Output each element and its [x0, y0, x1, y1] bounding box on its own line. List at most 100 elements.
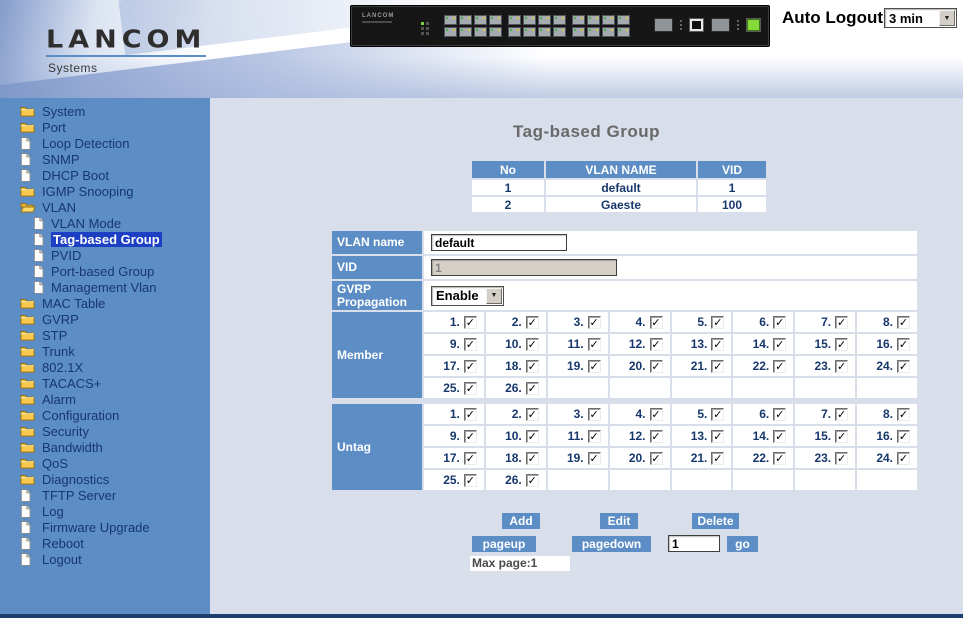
untag-port-15-checkbox[interactable]: ✓: [835, 430, 848, 443]
sidebar-item-pvid[interactable]: PVID: [0, 247, 210, 263]
untag-port-26-checkbox[interactable]: ✓: [526, 474, 539, 487]
auto-logout-select[interactable]: 3 min ▼: [884, 8, 957, 28]
member-port-14-checkbox[interactable]: ✓: [773, 338, 786, 351]
untag-port-8-checkbox[interactable]: ✓: [897, 408, 910, 421]
untag-port-25-checkbox[interactable]: ✓: [464, 474, 477, 487]
edit-button[interactable]: Edit: [600, 513, 638, 529]
untag-port-21-checkbox[interactable]: ✓: [711, 452, 724, 465]
sidebar-item-tag-based-group[interactable]: Tag-based Group: [0, 231, 210, 247]
sidebar-item-bandwidth[interactable]: Bandwidth: [0, 439, 210, 455]
sidebar-item-gvrp[interactable]: GVRP: [0, 311, 210, 327]
untag-port-2-checkbox[interactable]: ✓: [526, 408, 539, 421]
member-port-16-checkbox[interactable]: ✓: [897, 338, 910, 351]
untag-port-cell: 19.✓: [548, 448, 608, 468]
sidebar-item-igmp-snooping[interactable]: IGMP Snooping: [0, 183, 210, 199]
member-port-3-checkbox[interactable]: ✓: [588, 316, 601, 329]
sidebar-item-port-based-group[interactable]: Port-based Group: [0, 263, 210, 279]
member-port-24-checkbox[interactable]: ✓: [897, 360, 910, 373]
member-port-18-checkbox[interactable]: ✓: [526, 360, 539, 373]
untag-port-cell: 8.✓: [857, 404, 917, 424]
pageup-button[interactable]: pageup: [472, 536, 536, 552]
sidebar-item-system[interactable]: System: [0, 103, 210, 119]
untag-port-22-checkbox[interactable]: ✓: [773, 452, 786, 465]
sidebar-item-vlan[interactable]: VLAN: [0, 199, 210, 215]
sidebar-item-loop-detection[interactable]: Loop Detection: [0, 135, 210, 151]
sidebar-item-802-1x[interactable]: 802.1X: [0, 359, 210, 375]
member-port-13-checkbox[interactable]: ✓: [711, 338, 724, 351]
untag-port-1-checkbox[interactable]: ✓: [464, 408, 477, 421]
sidebar-item-snmp[interactable]: SNMP: [0, 151, 210, 167]
member-port-8-checkbox[interactable]: ✓: [897, 316, 910, 329]
sidebar-item-configuration[interactable]: Configuration: [0, 407, 210, 423]
member-port-19-checkbox[interactable]: ✓: [588, 360, 601, 373]
untag-port-16-checkbox[interactable]: ✓: [897, 430, 910, 443]
member-port-1-checkbox[interactable]: ✓: [464, 316, 477, 329]
page-number-input[interactable]: [668, 535, 720, 552]
sidebar-item-dhcp-boot[interactable]: DHCP Boot: [0, 167, 210, 183]
sidebar-item-management-vlan[interactable]: Management Vlan: [0, 279, 210, 295]
untag-port-12-checkbox[interactable]: ✓: [650, 430, 663, 443]
member-port-22-checkbox[interactable]: ✓: [773, 360, 786, 373]
chevron-down-icon[interactable]: ▼: [486, 288, 502, 304]
member-port-7-checkbox[interactable]: ✓: [835, 316, 848, 329]
sidebar-item-diagnostics[interactable]: Diagnostics: [0, 471, 210, 487]
untag-port-14-checkbox[interactable]: ✓: [773, 430, 786, 443]
untag-port-17-checkbox[interactable]: ✓: [464, 452, 477, 465]
chevron-down-icon[interactable]: ▼: [939, 10, 955, 26]
sidebar-item-tftp-server[interactable]: TFTP Server: [0, 487, 210, 503]
file-icon: [20, 537, 36, 550]
delete-button[interactable]: Delete: [692, 513, 739, 529]
member-port-4-checkbox[interactable]: ✓: [650, 316, 663, 329]
member-port-6-checkbox[interactable]: ✓: [773, 316, 786, 329]
member-port-17-checkbox[interactable]: ✓: [464, 360, 477, 373]
untag-port-4-checkbox[interactable]: ✓: [650, 408, 663, 421]
untag-port-10-checkbox[interactable]: ✓: [526, 430, 539, 443]
pagedown-button[interactable]: pagedown: [572, 536, 651, 552]
member-port-23-checkbox[interactable]: ✓: [835, 360, 848, 373]
sidebar-item-security[interactable]: Security: [0, 423, 210, 439]
member-port-21-checkbox[interactable]: ✓: [711, 360, 724, 373]
untag-port-13-checkbox[interactable]: ✓: [711, 430, 724, 443]
file-icon: [20, 153, 36, 166]
member-port-5-checkbox[interactable]: ✓: [711, 316, 724, 329]
member-port-10-checkbox[interactable]: ✓: [526, 338, 539, 351]
logo-underline: [46, 55, 206, 57]
untag-port-18-checkbox[interactable]: ✓: [526, 452, 539, 465]
rj45-port-icon: [523, 27, 536, 37]
member-port-20-checkbox[interactable]: ✓: [650, 360, 663, 373]
sidebar-item-trunk[interactable]: Trunk: [0, 343, 210, 359]
sidebar-item-port[interactable]: Port: [0, 119, 210, 135]
go-button[interactable]: go: [727, 536, 758, 552]
untag-port-5-checkbox[interactable]: ✓: [711, 408, 724, 421]
sidebar-item-mac-table[interactable]: MAC Table: [0, 295, 210, 311]
sidebar-item-vlan-mode[interactable]: VLAN Mode: [0, 215, 210, 231]
sidebar-item-logout[interactable]: Logout: [0, 551, 210, 567]
untag-port-20-checkbox[interactable]: ✓: [650, 452, 663, 465]
member-port-26-checkbox[interactable]: ✓: [526, 382, 539, 395]
untag-port-23-checkbox[interactable]: ✓: [835, 452, 848, 465]
untag-port-9-checkbox[interactable]: ✓: [464, 430, 477, 443]
vlan-name-input[interactable]: [431, 234, 567, 251]
sidebar-item-log[interactable]: Log: [0, 503, 210, 519]
add-button[interactable]: Add: [502, 513, 540, 529]
gvrp-select[interactable]: Enable ▼: [431, 286, 504, 306]
member-port-2-checkbox[interactable]: ✓: [526, 316, 539, 329]
member-port-9-checkbox[interactable]: ✓: [464, 338, 477, 351]
member-port-15-checkbox[interactable]: ✓: [835, 338, 848, 351]
sidebar-item-alarm[interactable]: Alarm: [0, 391, 210, 407]
sidebar-item-reboot[interactable]: Reboot: [0, 535, 210, 551]
sidebar-item-qos[interactable]: QoS: [0, 455, 210, 471]
untag-port-6-checkbox[interactable]: ✓: [773, 408, 786, 421]
member-port-25-checkbox[interactable]: ✓: [464, 382, 477, 395]
member-port-12-checkbox[interactable]: ✓: [650, 338, 663, 351]
untag-port-19-checkbox[interactable]: ✓: [588, 452, 601, 465]
sidebar-item-tacacs[interactable]: TACACS+: [0, 375, 210, 391]
untag-port-7-checkbox[interactable]: ✓: [835, 408, 848, 421]
member-port-11-checkbox[interactable]: ✓: [588, 338, 601, 351]
untag-port-3-checkbox[interactable]: ✓: [588, 408, 601, 421]
sidebar-item-firmware-upgrade[interactable]: Firmware Upgrade: [0, 519, 210, 535]
untag-port-24-checkbox[interactable]: ✓: [897, 452, 910, 465]
sidebar-item-stp[interactable]: STP: [0, 327, 210, 343]
folder-open-icon: [20, 201, 36, 213]
untag-port-11-checkbox[interactable]: ✓: [588, 430, 601, 443]
